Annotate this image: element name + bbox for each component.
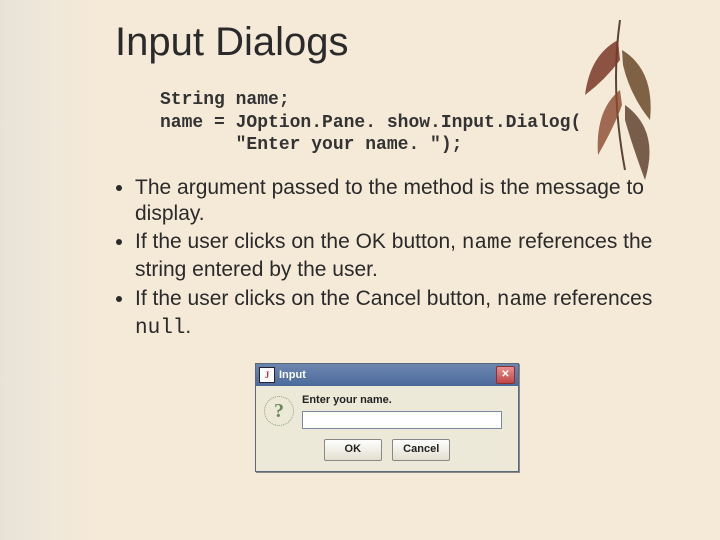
- left-gradient-strip: [0, 0, 90, 540]
- dialog-button-row: OK Cancel: [256, 433, 518, 471]
- bullet-list: The argument passed to the method is the…: [115, 175, 675, 343]
- dialog-title-text: Input: [279, 369, 496, 381]
- name-input[interactable]: [302, 411, 502, 429]
- close-icon[interactable]: ✕: [496, 366, 515, 384]
- code-line-3: "Enter your name. ");: [160, 135, 462, 155]
- question-icon: ?: [264, 396, 294, 426]
- dialog-message: Enter your name.: [302, 394, 510, 406]
- slide-title: Input Dialogs: [115, 20, 675, 65]
- input-dialog: J Input ✕ ? Enter your name. OK Cancel: [255, 363, 519, 472]
- cancel-button[interactable]: Cancel: [392, 439, 450, 461]
- bullet-3: If the user clicks on the Cancel button,…: [135, 286, 675, 343]
- code-line-2: name = JOption.Pane. show.Input.Dialog(: [160, 113, 581, 133]
- dialog-titlebar: J Input ✕: [256, 364, 518, 386]
- java-icon: J: [259, 367, 275, 383]
- code-line-1: String name;: [160, 90, 290, 110]
- bullet-2: If the user clicks on the OK button, nam…: [135, 229, 675, 284]
- code-block: String name; name = JOption.Pane. show.I…: [160, 89, 675, 157]
- bullet-1: The argument passed to the method is the…: [135, 175, 675, 228]
- ok-button[interactable]: OK: [324, 439, 382, 461]
